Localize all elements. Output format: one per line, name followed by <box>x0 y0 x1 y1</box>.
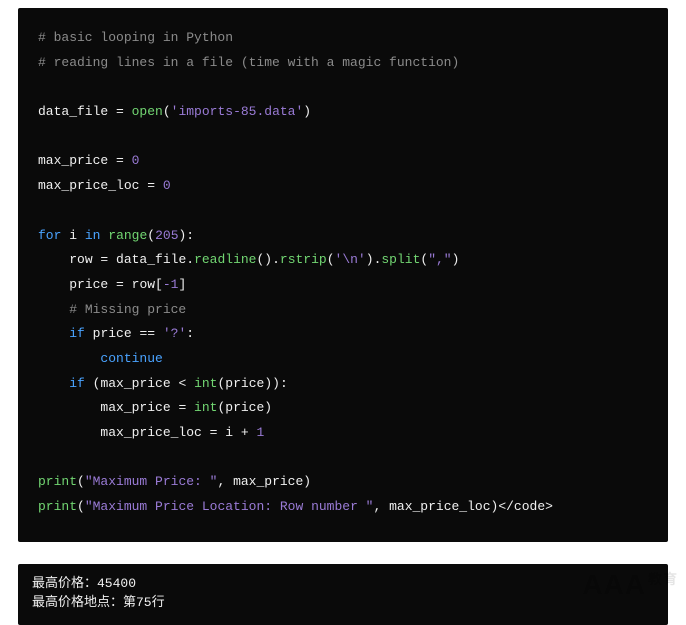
code-line: max_price = int(price) <box>38 396 648 421</box>
code-line: # basic looping in Python <box>38 26 648 51</box>
string: 'imports-85.data' <box>171 104 304 119</box>
method: rstrip <box>280 252 327 267</box>
operator: + <box>233 425 256 440</box>
builtin: print <box>38 499 77 514</box>
operator: = <box>202 425 225 440</box>
comment: # reading lines in a file (time with a m… <box>38 55 459 70</box>
keyword: if <box>69 376 85 391</box>
number: 0 <box>132 153 140 168</box>
identifier: data_file <box>38 104 108 119</box>
comment: # basic looping in Python <box>38 30 233 45</box>
operator: = <box>108 277 131 292</box>
operator: < <box>171 376 194 391</box>
code-line: if (max_price < int(price)): <box>38 372 648 397</box>
close-code-tag: </code> <box>498 499 553 514</box>
string: "," <box>428 252 451 267</box>
identifier: max_price <box>233 474 303 489</box>
number: -1 <box>163 277 179 292</box>
identifier: i <box>225 425 233 440</box>
paren: ( <box>163 104 171 119</box>
paren: ( <box>147 228 155 243</box>
identifier: price <box>93 326 132 341</box>
builtin: int <box>194 376 217 391</box>
code-line: price = row[-1] <box>38 273 648 298</box>
identifier: max_price_loc <box>389 499 490 514</box>
code-line: continue <box>38 347 648 372</box>
keyword: for <box>38 228 61 243</box>
operator: = <box>108 153 131 168</box>
code-line: data_file = open('imports-85.data') <box>38 100 648 125</box>
operator: = <box>108 104 131 119</box>
operator: = <box>93 252 116 267</box>
output-line: 最高价格地点：第75行 <box>32 593 654 613</box>
blank-line <box>38 199 648 224</box>
operator: = <box>139 178 162 193</box>
keyword: continue <box>100 351 162 366</box>
number: 1 <box>256 425 264 440</box>
code-line: if price == '?': <box>38 322 648 347</box>
method: split <box>381 252 420 267</box>
builtin: range <box>108 228 147 243</box>
code-line: print("Maximum Price Location: Row numbe… <box>38 495 648 520</box>
operator: = <box>171 400 194 415</box>
string: '?' <box>163 326 186 341</box>
identifier: row <box>132 277 155 292</box>
method: readline <box>194 252 256 267</box>
comment: # Missing price <box>69 302 186 317</box>
string: "Maximum Price: " <box>85 474 218 489</box>
identifier: max_price <box>38 153 108 168</box>
identifier: max_price_loc <box>100 425 201 440</box>
blank-line <box>38 75 648 100</box>
code-line: # reading lines in a file (time with a m… <box>38 51 648 76</box>
output-block: 最高价格：45400 最高价格地点：第75行 <box>18 564 668 625</box>
code-line: max_price_loc = 0 <box>38 174 648 199</box>
code-line: # Missing price <box>38 298 648 323</box>
function: open <box>132 104 163 119</box>
blank-line <box>38 125 648 150</box>
identifier: max_price <box>100 376 170 391</box>
code-block: # basic looping in Python # reading line… <box>18 8 668 542</box>
code-line: max_price_loc = i + 1 <box>38 421 648 446</box>
code-line: max_price = 0 <box>38 149 648 174</box>
keyword: if <box>69 326 85 341</box>
identifier: i <box>69 228 77 243</box>
number: 0 <box>163 178 171 193</box>
string: "Maximum Price Location: Row number " <box>85 499 374 514</box>
identifier: data_file <box>116 252 186 267</box>
identifier: price <box>69 277 108 292</box>
code-line: for i in range(205): <box>38 224 648 249</box>
operator: == <box>132 326 163 341</box>
identifier: max_price <box>100 400 170 415</box>
paren: ): <box>179 228 195 243</box>
output-line: 最高价格：45400 <box>32 574 654 594</box>
builtin: print <box>38 474 77 489</box>
number: 205 <box>155 228 178 243</box>
code-line: print("Maximum Price: ", max_price) <box>38 470 648 495</box>
identifier: price <box>225 376 264 391</box>
builtin: int <box>194 400 217 415</box>
identifier: price <box>225 400 264 415</box>
identifier: row <box>69 252 92 267</box>
identifier: max_price_loc <box>38 178 139 193</box>
blank-line <box>38 446 648 471</box>
paren: ) <box>303 104 311 119</box>
code-line: row = data_file.readline().rstrip('\n').… <box>38 248 648 273</box>
keyword: in <box>85 228 101 243</box>
string: '\n' <box>335 252 366 267</box>
